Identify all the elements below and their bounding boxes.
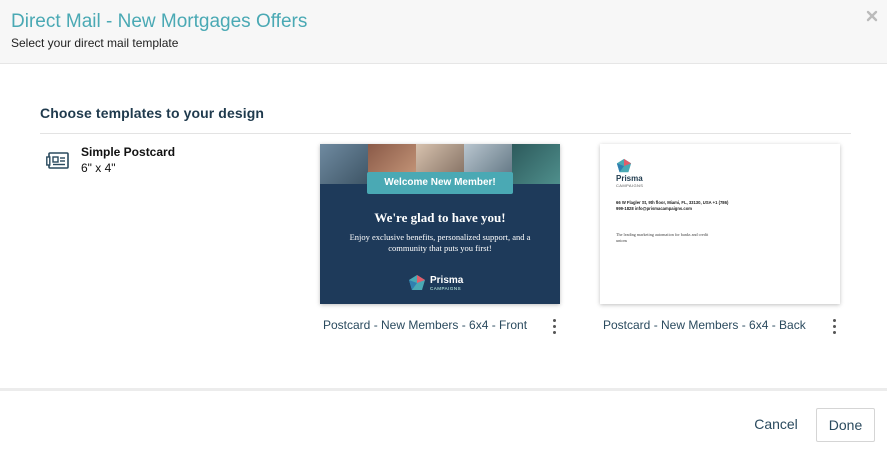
dialog-footer: Cancel Done bbox=[0, 388, 887, 451]
dialog-header: Direct Mail - New Mortgages Offers Selec… bbox=[0, 0, 887, 64]
postcard-icon bbox=[46, 151, 70, 171]
prisma-logo-icon bbox=[409, 275, 425, 290]
back-tagline: The leading marketing automation for ban… bbox=[616, 232, 709, 243]
logo-subtext: CAMPAIGNS bbox=[616, 183, 644, 188]
close-icon[interactable] bbox=[865, 9, 879, 23]
template-card-back[interactable]: Prisma CAMPAIGNS 66 W Flagler St, 9th fl… bbox=[600, 144, 840, 304]
back-address: 66 W Flagler St, 9th floor, Miami, FL, 3… bbox=[616, 200, 729, 211]
done-button[interactable]: Done bbox=[816, 408, 875, 442]
template-type-size: 6" x 4" bbox=[81, 161, 116, 175]
logo-subtext: CAMPAIGNS bbox=[430, 286, 462, 291]
template-label-back[interactable]: Postcard - New Members - 6x4 - Back bbox=[603, 318, 806, 332]
template-type-name: Simple Postcard bbox=[81, 145, 176, 159]
section-heading: Choose templates to your design bbox=[40, 105, 265, 121]
template-card-front[interactable]: Welcome New Member! We're glad to have y… bbox=[320, 144, 560, 304]
section-divider bbox=[40, 133, 851, 134]
prisma-logo: Prisma CAMPAIGNS bbox=[408, 274, 472, 292]
more-options-icon[interactable] bbox=[550, 317, 560, 335]
template-label-front[interactable]: Postcard - New Members - 6x4 - Front bbox=[323, 318, 527, 332]
prisma-logo-icon bbox=[616, 158, 632, 173]
logo-wordmark: Prisma bbox=[616, 174, 643, 183]
logo-wordmark: Prisma bbox=[430, 275, 464, 286]
front-headline: We're glad to have you! bbox=[374, 210, 506, 225]
front-body-text: Enjoy exclusive benefits, personalized s… bbox=[349, 232, 531, 253]
dialog-subtitle: Select your direct mail template bbox=[11, 36, 179, 50]
welcome-banner: Welcome New Member! bbox=[367, 172, 513, 194]
template-type-simple-postcard[interactable]: Simple Postcard 6" x 4" bbox=[46, 144, 246, 180]
more-options-icon[interactable] bbox=[830, 317, 840, 335]
template-dialog: Direct Mail - New Mortgages Offers Selec… bbox=[0, 0, 887, 451]
prisma-logo: Prisma CAMPAIGNS bbox=[616, 158, 676, 188]
dialog-title: Direct Mail - New Mortgages Offers bbox=[11, 11, 308, 32]
cancel-button[interactable]: Cancel bbox=[744, 408, 808, 440]
